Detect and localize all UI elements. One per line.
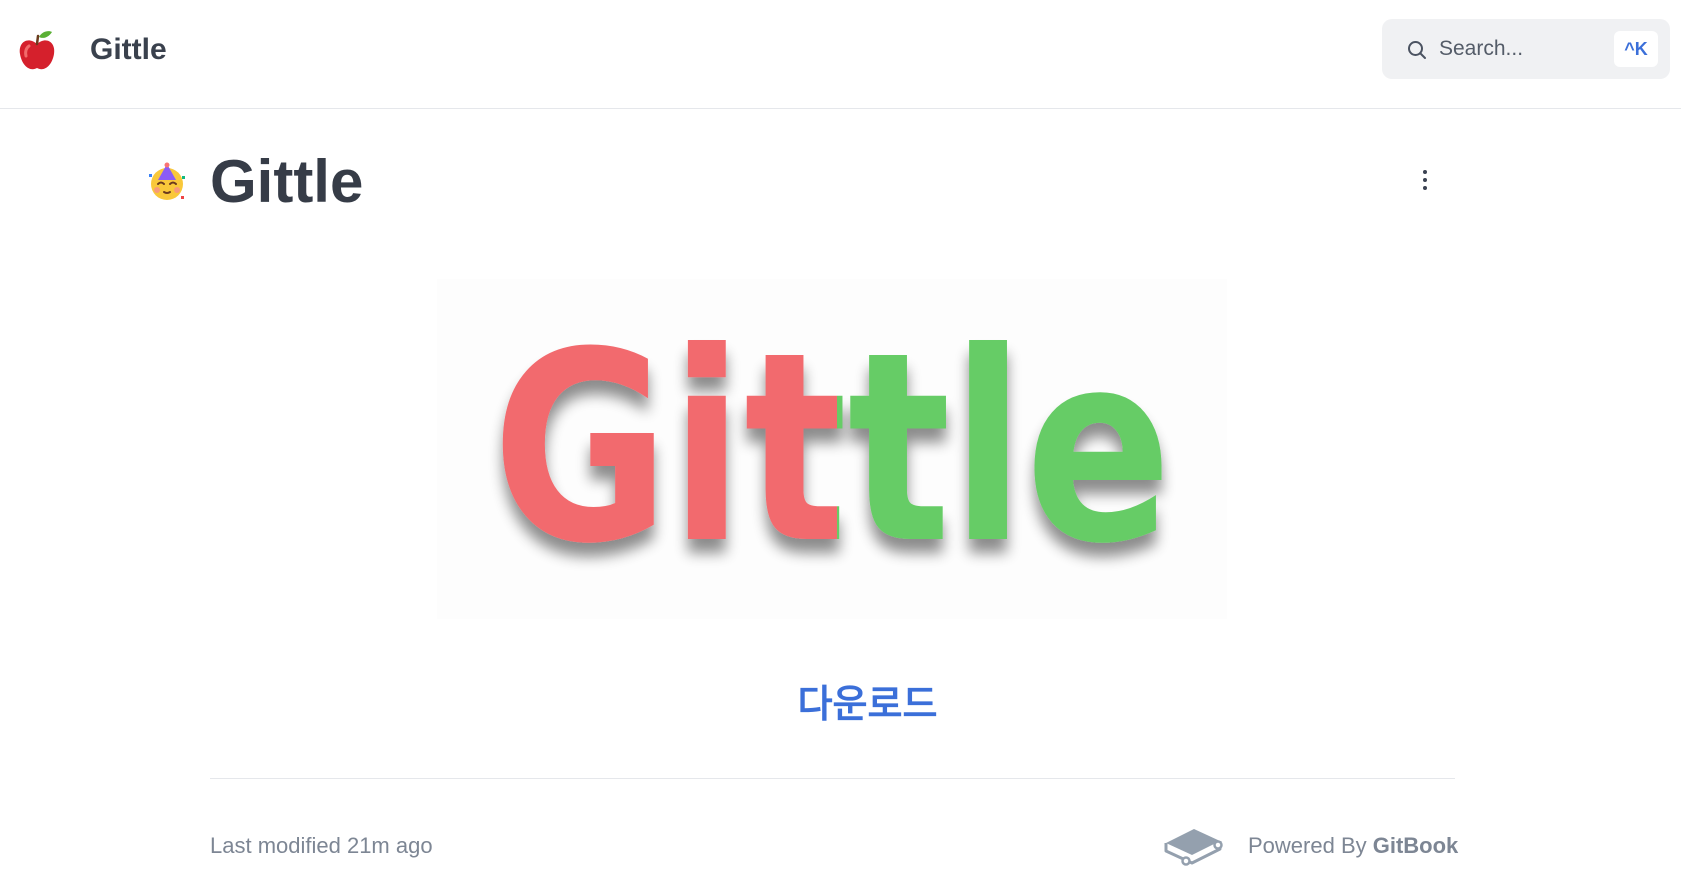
download-link-row: 다운로드 [0,678,1681,730]
search-placeholder: Search... [1439,37,1524,60]
more-vertical-icon[interactable] [1412,166,1438,200]
footer-divider [210,778,1455,779]
search-input[interactable]: Search... ^K [1382,19,1670,79]
powered-by-text: Powered By GitBook [1248,832,1458,860]
download-link[interactable]: 다운로드 [798,682,938,726]
last-modified-text: Last modified 21m ago [210,833,433,858]
page-title: Gittle [210,148,364,215]
top-header: Gittle Search... ^K [0,0,1681,109]
powered-by-prefix: Powered By [1248,833,1373,858]
site-title[interactable]: Gittle [90,30,167,70]
gitbook-icon [1164,829,1223,866]
gitbook-brand: GitBook [1372,833,1459,858]
search-icon [1408,41,1426,59]
apple-icon[interactable] [18,28,56,72]
partying-face-icon [149,162,185,200]
search-shortcut-badge: ^K [1614,31,1658,67]
hero-logo-image: Gittle Gittle [437,279,1227,619]
